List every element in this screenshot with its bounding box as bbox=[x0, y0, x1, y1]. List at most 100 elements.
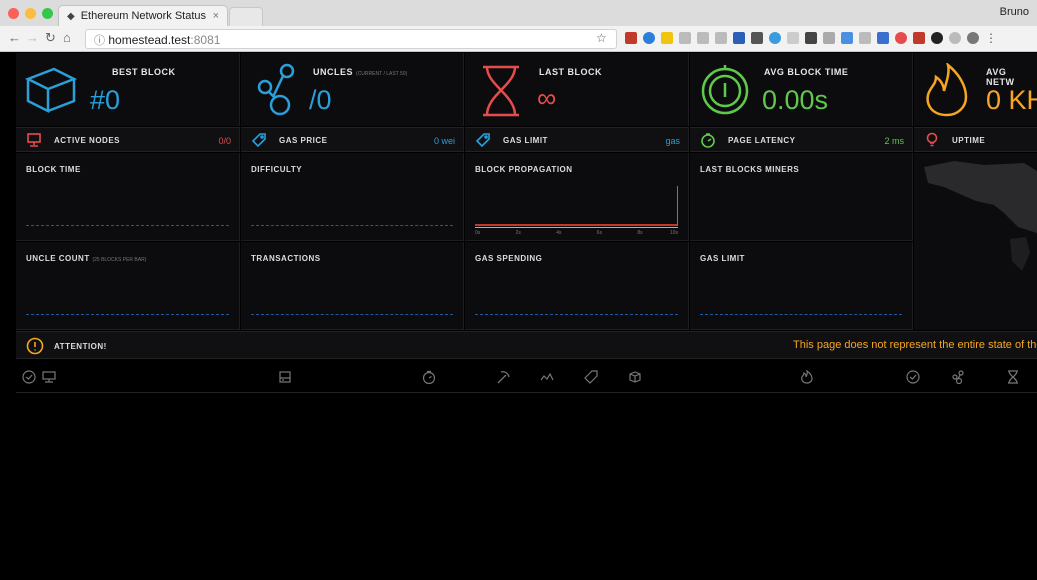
pickaxe-icon[interactable] bbox=[496, 370, 510, 384]
propagation-tick-label: 4s bbox=[556, 230, 562, 236]
page-latency-value: 2 ms bbox=[884, 136, 904, 146]
best-block-value: #0 bbox=[90, 85, 121, 115]
extension-icon[interactable] bbox=[913, 32, 925, 44]
stopwatch-icon bbox=[701, 133, 715, 148]
uptime-stat: UPTIME bbox=[914, 127, 1037, 152]
transactions-label: TRANSACTIONS bbox=[251, 254, 321, 263]
home-icon[interactable]: ⌂ bbox=[63, 30, 71, 45]
attention-label: ATTENTION! bbox=[54, 342, 107, 351]
page-latency-label: PAGE LATENCY bbox=[728, 136, 796, 145]
server-icon[interactable] bbox=[278, 370, 292, 384]
uncle-count-baseline bbox=[26, 314, 229, 315]
mountain-icon[interactable] bbox=[540, 370, 554, 384]
extension-icon[interactable] bbox=[931, 32, 943, 44]
gauge-icon bbox=[701, 65, 749, 115]
uncles-icon[interactable] bbox=[952, 370, 966, 384]
hourglass-icon bbox=[483, 65, 519, 117]
gas-spending-chart: GAS SPENDING bbox=[465, 242, 689, 330]
extension-icon[interactable] bbox=[823, 32, 835, 44]
extension-icon[interactable] bbox=[643, 32, 655, 44]
cube-icon[interactable] bbox=[628, 370, 642, 384]
world-map-shape bbox=[924, 161, 1037, 271]
extension-icon[interactable] bbox=[751, 32, 763, 44]
extension-icon[interactable] bbox=[661, 32, 673, 44]
uncles-value: /0 bbox=[309, 85, 332, 115]
gas-limit-baseline bbox=[700, 314, 902, 315]
check-circle-icon[interactable] bbox=[22, 370, 36, 384]
forward-icon[interactable]: → bbox=[26, 30, 39, 45]
propagation-tick-label: 8s bbox=[637, 230, 643, 236]
propagation-tick-label: 0s bbox=[475, 230, 481, 236]
extension-icon[interactable] bbox=[805, 32, 817, 44]
menu-icon[interactable]: ⋮ bbox=[985, 32, 997, 44]
bookmark-star-icon[interactable]: ☆ bbox=[596, 31, 607, 45]
avg-block-time-label: AVG BLOCK TIME bbox=[764, 67, 849, 77]
tag-icon[interactable] bbox=[584, 370, 598, 384]
tab-close-icon[interactable]: × bbox=[213, 10, 219, 22]
back-icon[interactable]: ← bbox=[8, 30, 21, 45]
best-block-card: BEST BLOCK #0 bbox=[16, 53, 240, 126]
gas-limit-value: gas bbox=[665, 136, 680, 146]
url-host: homestead.test bbox=[108, 33, 191, 47]
transactions-chart: TRANSACTIONS bbox=[241, 242, 464, 330]
browser-toolbar: ← → ↻ ⌂ ⓘ homestead.test:8081 ☆ ⋮ bbox=[0, 26, 1037, 52]
last-block-card: LAST BLOCK ∞ bbox=[465, 53, 689, 126]
uncle-count-chart: UNCLE COUNT (25 BLOCKS PER BAR) bbox=[16, 242, 240, 330]
new-tab-button[interactable] bbox=[229, 7, 263, 26]
lightbulb-icon bbox=[926, 132, 938, 147]
extension-icons: ⋮ bbox=[625, 32, 997, 44]
uncles-label-text: UNCLES bbox=[313, 67, 354, 77]
extension-icon[interactable] bbox=[697, 32, 709, 44]
difficulty-baseline bbox=[251, 225, 453, 226]
minimize-window-button[interactable] bbox=[25, 8, 36, 19]
extension-icon[interactable] bbox=[625, 32, 637, 44]
stopwatch-icon[interactable] bbox=[422, 370, 436, 384]
address-bar[interactable]: ⓘ homestead.test:8081 bbox=[85, 29, 617, 49]
fire-icon[interactable] bbox=[800, 370, 814, 384]
avg-network-value: 0 KH bbox=[986, 85, 1037, 115]
avg-network-label: AVG NETW bbox=[986, 67, 1015, 87]
gas-limit-label: GAS LIMIT bbox=[503, 136, 548, 145]
extension-icon[interactable] bbox=[787, 32, 799, 44]
avg-block-time-value: 0.00s bbox=[762, 85, 829, 115]
check-circle-icon[interactable] bbox=[906, 370, 920, 384]
node-world-map bbox=[914, 153, 1037, 330]
uptime-label: UPTIME bbox=[952, 136, 986, 145]
difficulty-chart: DIFFICULTY bbox=[241, 153, 464, 241]
extension-icon[interactable] bbox=[859, 32, 871, 44]
fire-icon bbox=[926, 63, 968, 117]
extension-icon[interactable] bbox=[769, 32, 781, 44]
difficulty-label: DIFFICULTY bbox=[251, 165, 303, 174]
extension-icon[interactable] bbox=[967, 32, 979, 44]
propagation-line bbox=[475, 227, 678, 228]
browser-tab[interactable]: ◆ Ethereum Network Status × bbox=[58, 5, 228, 26]
uncle-count-sublabel: (25 BLOCKS PER BAR) bbox=[92, 257, 147, 263]
uncles-sublabel: (CURRENT / LAST 50) bbox=[356, 71, 408, 77]
ethereum-icon: ◆ bbox=[67, 10, 75, 22]
active-nodes-label: ACTIVE NODES bbox=[54, 136, 121, 145]
hourglass-icon[interactable] bbox=[1006, 370, 1020, 384]
gas-spending-label: GAS SPENDING bbox=[475, 254, 543, 263]
tab-bar: ◆ Ethereum Network Status × Bruno bbox=[0, 0, 1037, 26]
extension-icon[interactable] bbox=[895, 32, 907, 44]
node-table-header bbox=[16, 360, 1037, 393]
extension-icon[interactable] bbox=[949, 32, 961, 44]
reload-icon[interactable]: ↻ bbox=[45, 30, 56, 46]
gas-limit-stat: GAS LIMIT gas bbox=[465, 127, 689, 152]
gas-price-value: 0 wei bbox=[433, 136, 455, 146]
browser-chrome: ◆ Ethereum Network Status × Bruno ← → ↻ … bbox=[0, 0, 1037, 52]
gas-spending-baseline bbox=[475, 314, 678, 315]
extension-icon[interactable] bbox=[679, 32, 691, 44]
extension-icon[interactable] bbox=[877, 32, 889, 44]
block-time-baseline bbox=[26, 225, 229, 226]
dashboard: BEST BLOCK #0 UNCLES (CURRENT / LAST 50)… bbox=[16, 53, 1037, 580]
extension-icon[interactable] bbox=[841, 32, 853, 44]
info-icon: ⓘ bbox=[94, 35, 105, 47]
zoom-window-button[interactable] bbox=[42, 8, 53, 19]
profile-name[interactable]: Bruno bbox=[1000, 6, 1029, 18]
extension-icon[interactable] bbox=[715, 32, 727, 44]
extension-icon[interactable] bbox=[733, 32, 745, 44]
monitor-icon[interactable] bbox=[42, 370, 56, 384]
close-window-button[interactable] bbox=[8, 8, 19, 19]
block-propagation-chart: BLOCK PROPAGATION 0s 2s 4s 6s 8s 10s bbox=[465, 153, 689, 241]
